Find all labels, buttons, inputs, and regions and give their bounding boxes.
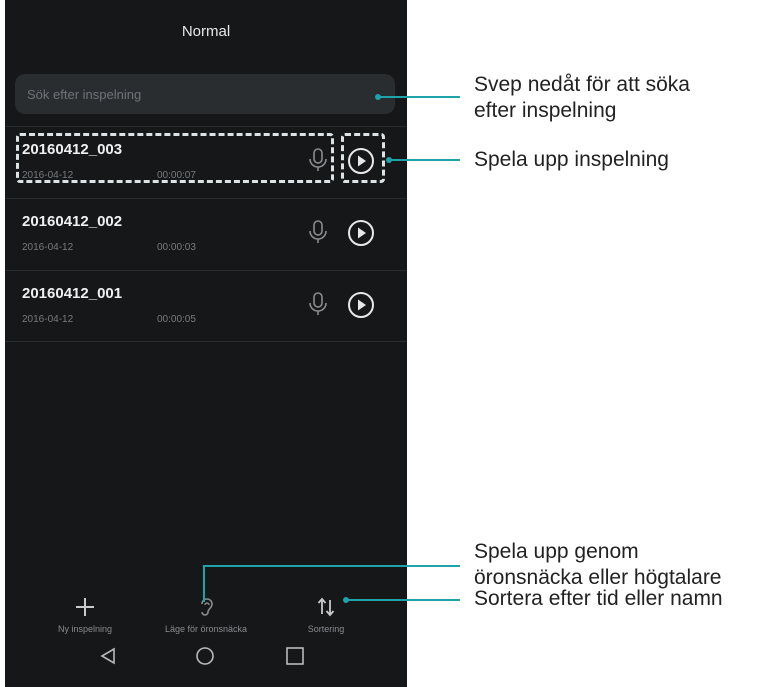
ear-icon [201,598,213,616]
callout-search-line2: efter inspelning [474,99,617,122]
recording-row[interactable]: 20160412_002 2016-04-12 00:00:03 [5,198,407,270]
earpiece-mode-button[interactable]: Läge för öronsnäcka [151,590,261,634]
recording-name: 20160412_002 [22,213,123,230]
callout-earpiece: Spela upp genom öronsnäcka eller högtala… [474,539,722,591]
callout-line-sort [346,599,460,601]
callout-sort: Sortera efter tid eller namn [474,587,723,610]
search-placeholder: Sök efter inspelning [27,86,142,102]
callout-search-line1: Svep nedåt för att söka [474,73,690,96]
app-header: Normal [5,0,407,62]
microphone-icon [309,220,327,243]
page-title: Normal [181,22,231,40]
callout-line-earpiece [203,565,460,567]
callout-line-search [378,96,460,98]
earpiece-mode-label: Läge för öronsnäcka [164,624,248,634]
back-icon[interactable] [98,646,118,666]
callout-vline-earpiece [203,565,205,602]
play-icon[interactable] [347,291,375,319]
recording-date: 2016-04-12 [22,314,74,325]
callout-earpiece-line1: Spela upp genom [474,540,639,563]
microphone-icon [309,292,327,315]
recording-row[interactable]: 20160412_001 2016-04-12 00:00:05 [5,270,407,342]
recording-date: 2016-04-12 [22,242,74,253]
recents-icon[interactable] [285,646,305,666]
sort-icon [317,597,335,617]
sorting-label: Sortering [307,624,345,634]
new-recording-label: Ny inspelning [57,624,113,634]
play-icon[interactable] [347,219,375,247]
callout-search: Svep nedåt för att söka efter inspelning [474,72,690,124]
plus-icon [76,598,94,616]
callout-line-play [389,159,460,161]
sorting-button[interactable]: Sortering [271,590,381,634]
system-nav-bar [5,646,407,687]
new-recording-button[interactable]: Ny inspelning [30,590,140,634]
recording-duration: 00:00:03 [157,242,196,253]
phone-screen: Normal Sök efter inspelning 20160412_003… [5,0,407,687]
recording-name: 20160412_001 [22,285,123,302]
highlight-play-button [341,133,385,183]
home-icon[interactable] [195,646,215,666]
highlight-recording-info [16,133,334,183]
callout-play: Spela upp inspelning [474,148,669,171]
search-input[interactable]: Sök efter inspelning [15,74,395,114]
recording-duration: 00:00:05 [157,314,196,325]
